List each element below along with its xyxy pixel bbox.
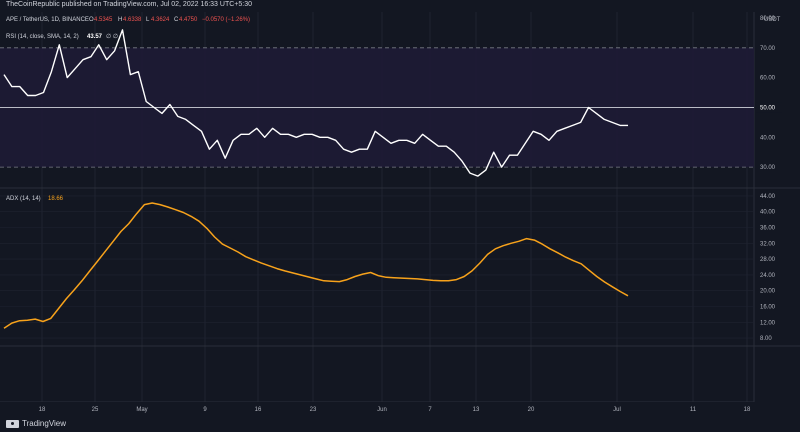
adx-y-tick-label: 40.00: [760, 210, 776, 216]
adx-y-tick-label: 44.00: [760, 194, 776, 200]
adx-value: 18.66: [48, 196, 64, 202]
adx-y-tick-label: 28.00: [760, 257, 776, 263]
x-tick-label: 16: [255, 407, 262, 413]
rsi-y-tick-label: 30.00: [760, 165, 776, 171]
x-tick-label: 20: [528, 407, 535, 413]
chart-area[interactable]: 80.0070.0060.0050.0040.0030.0050.00 44.0…: [0, 12, 800, 416]
adx-y-tick-label: 20.00: [760, 289, 776, 295]
high-value: 4.6338: [123, 17, 142, 23]
x-tick-label: May: [136, 407, 147, 413]
x-tick-label: 23: [310, 407, 317, 413]
adx-label[interactable]: ADX (14, 14): [6, 196, 41, 202]
symbol-label: APE / TetherUS, 1D, BINANCE: [6, 17, 89, 23]
x-tick-label: Jul: [613, 407, 621, 413]
adx-y-tick-label: 8.00: [760, 336, 772, 342]
change-value: −0.0570 (−1.26%): [202, 17, 250, 23]
rsi-y-tick-label: 40.00: [760, 135, 776, 141]
adx-y-tick-label: 12.00: [760, 320, 776, 326]
rsi-last-badge: 50.00: [760, 105, 776, 111]
x-tick-label: 11: [690, 407, 697, 413]
x-tick-label: 25: [92, 407, 99, 413]
adx-y-tick-label: 24.00: [760, 273, 776, 279]
footer: TradingView: [0, 416, 800, 432]
time-axis[interactable]: [0, 402, 800, 416]
adx-y-tick-label: 32.00: [760, 241, 776, 247]
rsi-y-tick-label: 70.00: [760, 46, 776, 52]
x-tick-label: 18: [744, 407, 751, 413]
currency-label: USDT: [764, 17, 781, 23]
low-value: 4.3624: [151, 17, 170, 23]
publish-bar: TheCoinRepublic published on TradingView…: [0, 0, 800, 12]
x-tick-label: Jun: [377, 407, 387, 413]
close-value: 4.4750: [179, 17, 198, 23]
publish-text: TheCoinRepublic published on TradingView…: [6, 1, 252, 8]
rsi-y-tick-label: 60.00: [760, 76, 776, 82]
adx-y-tick-label: 36.00: [760, 226, 776, 232]
rsi-value: 43.57: [87, 34, 103, 40]
tradingview-icon: [6, 419, 19, 428]
rsi-label[interactable]: RSI (14, close, SMA, 14, 2): [6, 34, 79, 40]
empty-pane[interactable]: [0, 346, 754, 396]
rsi-extra: ∅ ∅: [106, 33, 118, 40]
x-tick-label: 18: [39, 407, 46, 413]
x-tick-label: 13: [473, 407, 480, 413]
high-label: H: [118, 17, 122, 23]
adx-y-tick-label: 16.00: [760, 305, 776, 311]
brand-name: TradingView: [22, 419, 67, 428]
open-value: 4.5345: [94, 17, 113, 23]
tradingview-logo[interactable]: TradingView: [6, 419, 66, 428]
